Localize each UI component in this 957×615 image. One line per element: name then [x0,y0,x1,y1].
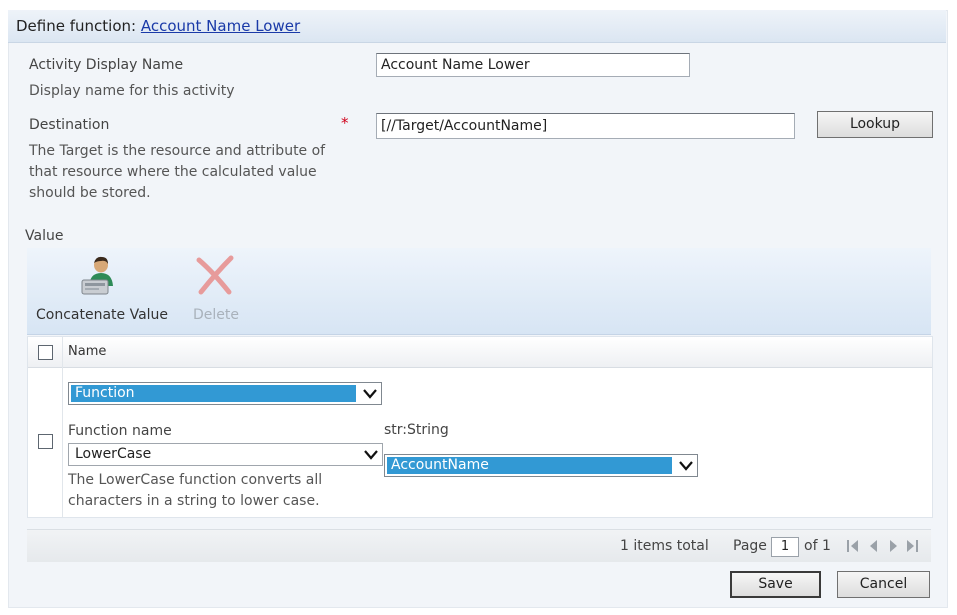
save-button[interactable]: Save [730,571,821,598]
grid-column-divider [62,337,63,517]
chevron-down-icon [364,450,378,460]
concatenate-value-button[interactable]: Concatenate Value [36,307,168,323]
previous-page-icon[interactable] [868,538,880,554]
chevron-down-icon [363,389,377,399]
function-description: The LowerCase function converts all char… [68,472,323,509]
display-name-description: Display name for this activity [29,83,235,99]
items-total: 1 items total [620,538,709,554]
page-label: Page [733,538,767,554]
cancel-button[interactable]: Cancel [837,571,930,598]
parameter-select[interactable]: AccountName [384,454,698,477]
lookup-button[interactable]: Lookup [817,111,933,138]
page-number-input[interactable]: 1 [771,537,799,557]
function-name-selected: LowerCase [75,446,152,462]
value-section-label: Value [25,228,64,244]
row-checkbox[interactable] [38,434,53,449]
value-type-selected: Function [71,385,356,402]
select-all-checkbox[interactable] [38,345,53,360]
parameter-type-label: str:String [384,422,449,438]
function-name-select[interactable]: LowerCase [68,443,383,466]
delete-icon [193,254,237,296]
page-of-label: of 1 [804,538,831,554]
first-page-icon[interactable] [845,538,861,554]
concatenate-value-icon[interactable] [79,253,119,298]
next-page-icon[interactable] [887,538,899,554]
parameter-selected: AccountName [387,457,672,474]
function-name-link[interactable]: Account Name Lower [141,17,300,35]
destination-description: The Target is the resource and attribute… [29,143,326,201]
destination-label: Destination [29,117,110,133]
value-type-select[interactable]: Function [68,382,382,405]
page-title: Define function: Account Name Lower [16,17,300,35]
value-grid: Name Function Function name LowerCase Th… [27,336,933,518]
destination-input[interactable] [376,113,795,139]
last-page-icon[interactable] [904,538,920,554]
name-column-header: Name [68,344,107,359]
chevron-down-icon [679,461,693,471]
title-prefix: Define function: [16,17,137,35]
display-name-label: Activity Display Name [29,57,184,73]
function-name-label: Function name [68,423,172,439]
display-name-input[interactable] [376,53,690,77]
required-marker: * [341,114,349,132]
delete-button: Delete [193,307,239,323]
grid-header [28,337,932,368]
